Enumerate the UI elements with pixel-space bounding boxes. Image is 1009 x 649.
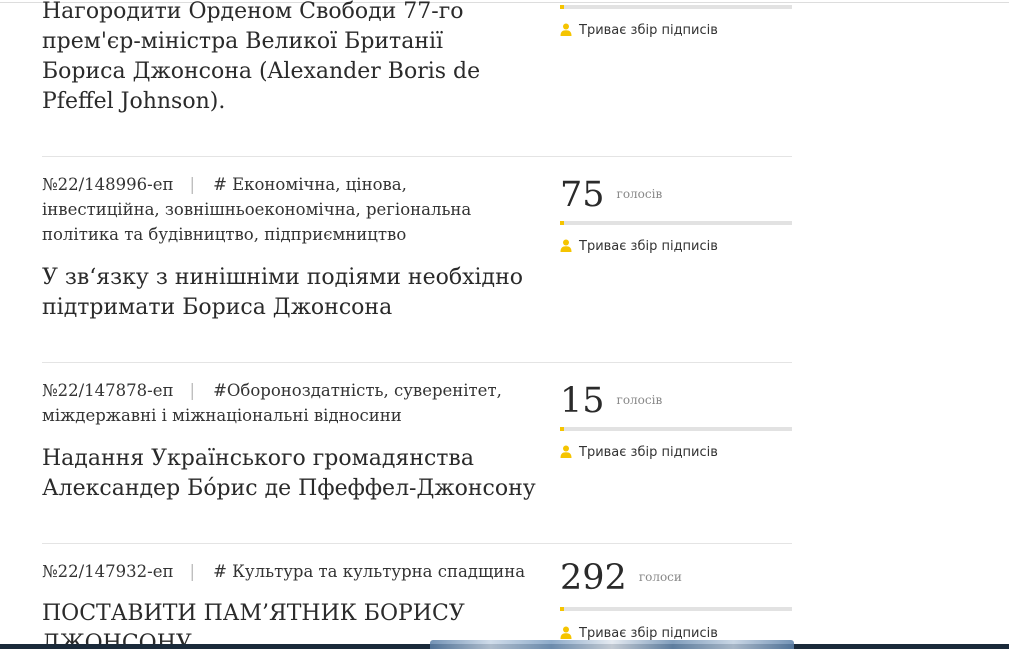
petition-title[interactable]: Нагородити Орденом Свободи 77-го прем'єр… (42, 0, 532, 117)
petition-meta: №22/147932-еп | # Культура та культурна сп… (42, 559, 542, 584)
votes-block: 292 голоси (560, 559, 792, 598)
votes-unit: голосів (616, 187, 663, 201)
petition-separator (42, 543, 792, 544)
status-label: Триває збір підписів (579, 239, 718, 254)
votes-count: 15 (560, 381, 605, 421)
petition-separator (42, 362, 792, 363)
votes-block: 15 голосів (560, 381, 792, 421)
petition-meta: №22/147878-еп | #Обороноздатність, суверен… (42, 378, 522, 428)
petition-title[interactable]: У звʻязку з нинішніми подіями необхідно … (42, 263, 532, 323)
progress-fill (560, 427, 564, 431)
votes-unit: голосів (616, 393, 663, 407)
os-dock-icons[interactable] (430, 640, 794, 649)
petition-meta: №22/148996-еп | # Економічна, цінова, інве… (42, 172, 522, 247)
votes-progress-bar (560, 607, 792, 611)
petition-status: Триває збір підписів (560, 22, 792, 40)
petition-title[interactable]: Надання Українського громадянства Алекса… (42, 444, 542, 504)
person-icon (560, 23, 572, 36)
meta-divider: | (189, 562, 196, 581)
progress-fill (560, 607, 564, 611)
petition-number[interactable]: №22/147878-еп (42, 381, 174, 400)
votes-count: 292 (560, 559, 627, 598)
progress-fill (560, 5, 564, 9)
votes-count: 75 (560, 175, 605, 215)
petition-status: Триває збір підписів (560, 238, 792, 256)
person-icon (560, 626, 572, 639)
person-icon (560, 445, 572, 458)
votes-unit: голоси (638, 570, 682, 584)
votes-block: 75 голосів (560, 175, 792, 215)
petition-category[interactable]: # Культура та культурна спадщина (213, 562, 525, 581)
votes-progress-bar (560, 5, 792, 9)
petition-card: №22/148996-еп | # Економічна, цінова, інве… (42, 172, 792, 362)
status-label: Триває збір підписів (579, 23, 718, 38)
petition-status: Триває збір підписів (560, 444, 792, 462)
progress-fill (560, 221, 564, 225)
meta-divider: | (189, 381, 196, 400)
status-label: Триває збір підписів (579, 626, 718, 641)
petition-number[interactable]: №22/148996-еп (42, 175, 174, 194)
meta-divider: | (189, 175, 196, 194)
petition-separator (42, 156, 792, 157)
petition-number[interactable]: №22/147932-еп (42, 562, 174, 581)
votes-progress-bar (560, 221, 792, 225)
status-label: Триває збір підписів (579, 445, 718, 460)
votes-progress-bar (560, 427, 792, 431)
person-icon (560, 239, 572, 252)
